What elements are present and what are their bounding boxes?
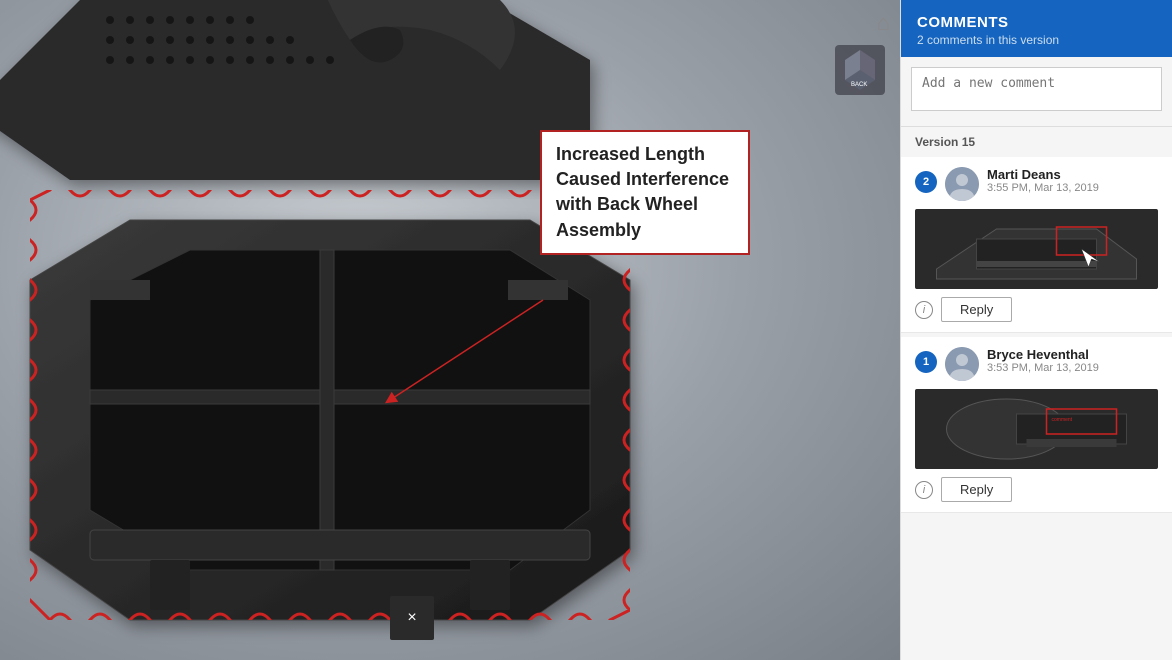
comment-meta: Bryce Heventhal 3:53 PM, Mar 13, 2019 xyxy=(987,347,1158,374)
comment-actions: i Reply xyxy=(915,297,1158,322)
comment-card: 1 Bryce Heventhal 3:53 PM, Mar 13, 2019 xyxy=(901,337,1172,513)
3d-viewport: .scallop-path { fill: none; stroke: #cc2… xyxy=(0,0,900,660)
comment-thumbnail: comment xyxy=(915,389,1158,469)
comment-time: 3:55 PM, Mar 13, 2019 xyxy=(987,182,1158,194)
comment-badge: 2 xyxy=(915,171,937,193)
new-comment-area xyxy=(901,57,1172,127)
annotation-label: Increased Length Caused Interference wit… xyxy=(556,144,729,240)
comment-badge: 1 xyxy=(915,351,937,373)
info-icon[interactable]: i xyxy=(915,481,933,499)
info-icon[interactable]: i xyxy=(915,301,933,319)
comment-header: 1 Bryce Heventhal 3:53 PM, Mar 13, 2019 xyxy=(915,347,1158,381)
home-icon[interactable]: ⌂ xyxy=(877,10,890,36)
panel-title: COMMENTS xyxy=(917,14,1156,31)
3d-model xyxy=(0,0,900,660)
close-button[interactable]: × xyxy=(390,596,434,640)
viewport-controls: ⌂ BACK xyxy=(830,10,890,100)
panel-subtitle: 2 comments in this version xyxy=(917,33,1156,47)
comments-panel: COMMENTS 2 comments in this version Vers… xyxy=(900,0,1172,660)
panel-header: COMMENTS 2 comments in this version xyxy=(901,0,1172,57)
new-comment-input[interactable] xyxy=(911,67,1162,111)
comment-header: 2 Marti Deans 3:55 PM, Mar 13, 2019 xyxy=(915,167,1158,201)
annotation-text-box: Increased Length Caused Interference wit… xyxy=(540,130,750,255)
comment-card: 2 Marti Deans 3:55 PM, Mar 13, 2019 xyxy=(901,157,1172,333)
comment-thumbnail xyxy=(915,209,1158,289)
comments-list: 2 Marti Deans 3:55 PM, Mar 13, 2019 xyxy=(901,153,1172,660)
version-label: Version 15 xyxy=(901,127,1172,153)
reply-button[interactable]: Reply xyxy=(941,297,1012,322)
comment-actions: i Reply xyxy=(915,477,1158,502)
comment-avatar xyxy=(945,347,979,381)
comment-author: Bryce Heventhal xyxy=(987,347,1158,362)
comment-meta: Marti Deans 3:55 PM, Mar 13, 2019 xyxy=(987,167,1158,194)
comment-time: 3:53 PM, Mar 13, 2019 xyxy=(987,362,1158,374)
svg-text:BACK: BACK xyxy=(851,82,867,88)
svg-text:comment: comment xyxy=(1052,417,1073,423)
comment-avatar xyxy=(945,167,979,201)
reply-button[interactable]: Reply xyxy=(941,477,1012,502)
orientation-cube[interactable]: BACK xyxy=(830,40,890,100)
comment-author: Marti Deans xyxy=(987,167,1158,182)
